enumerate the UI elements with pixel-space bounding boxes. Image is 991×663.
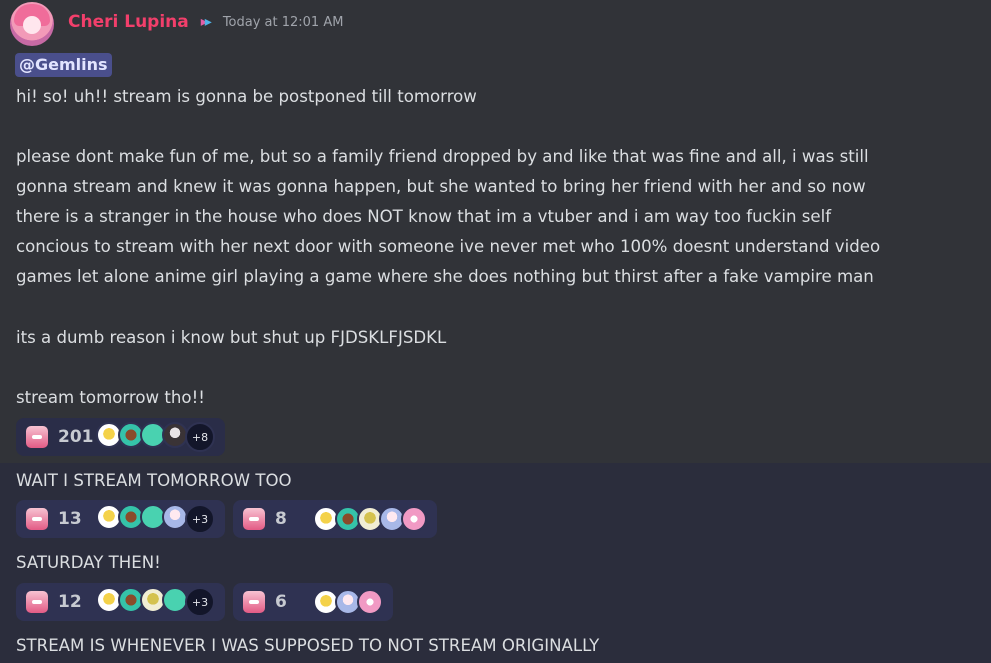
reaction-button[interactable]: 6	[233, 583, 393, 621]
timestamp[interactable]: Today at 12:01 AM	[223, 15, 344, 30]
message-line: hi! so! uh!! stream is gonna be postpone…	[16, 87, 477, 106]
reply-message: SATURDAY THEN!	[16, 553, 161, 572]
message-line: gonna stream and knew it was gonna happe…	[16, 177, 866, 196]
more-reactors-badge[interactable]: +3	[185, 587, 215, 617]
message-line: please dont make fun of me, but so a fam…	[16, 147, 869, 166]
reactor-avatar	[357, 589, 383, 615]
more-reactors-badge[interactable]: +8	[185, 422, 215, 452]
reactor-avatars: +3	[96, 587, 215, 617]
message-header: Cheri Lupina ▸▸ Today at 12:01 AM	[68, 10, 343, 34]
sad-anime-girl-emoji	[26, 508, 48, 530]
sad-anime-girl-emoji	[26, 426, 48, 448]
user-avatar[interactable]	[10, 2, 54, 46]
reaction-button[interactable]: 13 +3	[16, 500, 225, 538]
reactor-avatars	[313, 589, 383, 615]
reaction-row: 12 +3 6	[16, 583, 393, 621]
reaction-count: 201	[58, 427, 94, 447]
reactor-avatars: +8	[96, 422, 215, 452]
double-chevron-icon: ▸▸	[200, 14, 212, 30]
reactor-avatar	[401, 506, 427, 532]
reactor-avatars: +3	[96, 504, 215, 534]
avatar-face	[23, 16, 41, 34]
reaction-row: 13 +3 8	[16, 500, 437, 538]
anime-girl-emoji	[243, 591, 265, 613]
reaction-count: 12	[58, 592, 82, 612]
reaction-button[interactable]: 201 +8	[16, 418, 225, 456]
username[interactable]: Cheri Lupina	[68, 12, 189, 32]
message-line: its a dumb reason i know but shut up FJD…	[16, 328, 447, 347]
sad-anime-girl-emoji	[26, 591, 48, 613]
message-line: concious to stream with her next door wi…	[16, 237, 881, 256]
user-mention[interactable]: @Gemlins	[15, 53, 112, 77]
reaction-count: 13	[58, 509, 82, 529]
reply-message: STREAM IS WHENEVER I WAS SUPPOSED TO NOT…	[16, 636, 600, 655]
reaction-count: 6	[275, 592, 287, 612]
message-line: stream tomorrow tho!!	[16, 388, 205, 407]
message-line: there is a stranger in the house who doe…	[16, 207, 832, 226]
reaction-row: 201 +8	[16, 418, 225, 456]
reaction-count: 8	[275, 509, 287, 529]
reaction-button[interactable]: 12 +3	[16, 583, 225, 621]
reaction-button[interactable]: 8	[233, 500, 437, 538]
more-reactors-badge[interactable]: +3	[185, 504, 215, 534]
reply-message: WAIT I STREAM TOMORROW TOO	[16, 471, 292, 490]
anime-girl-emoji	[243, 508, 265, 530]
reactor-avatars	[313, 506, 427, 532]
main-message: Cheri Lupina ▸▸ Today at 12:01 AM @Gemli…	[0, 0, 991, 463]
message-line: games let alone anime girl playing a gam…	[16, 267, 874, 286]
